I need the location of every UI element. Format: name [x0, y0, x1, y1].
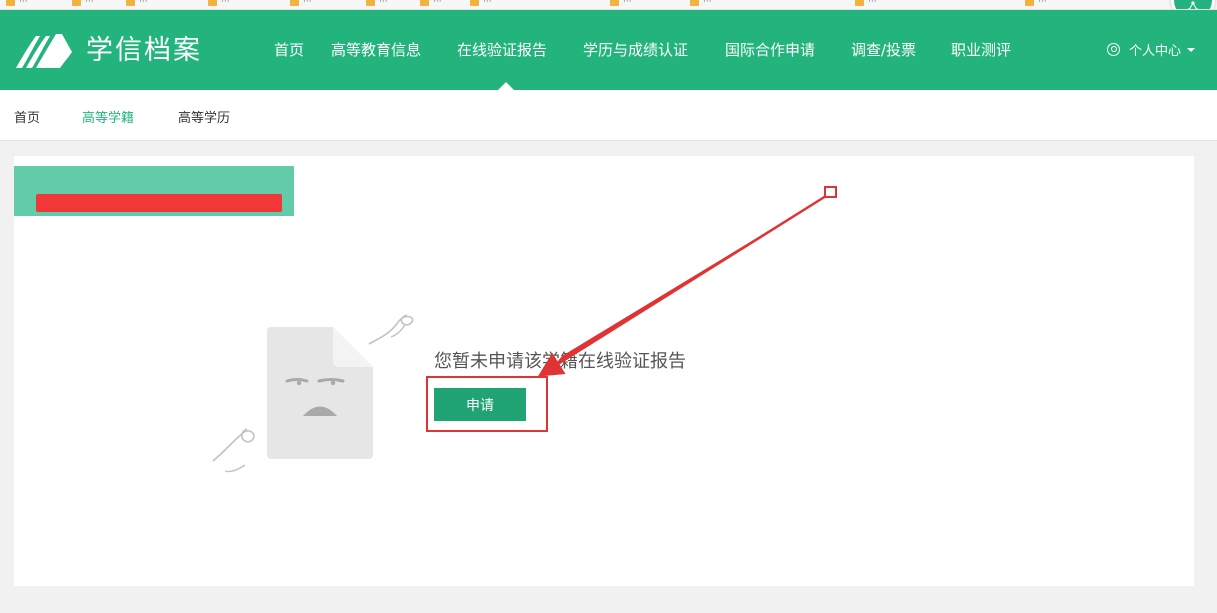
- logo[interactable]: 学信档案: [14, 32, 202, 70]
- chevron-down-icon: [1187, 47, 1195, 52]
- bookmark-item[interactable]: ···: [690, 0, 712, 7]
- annotation-highlight-box: [426, 376, 548, 432]
- bookmark-item[interactable]: ···: [610, 0, 632, 7]
- logo-book-icon: [16, 34, 72, 68]
- user-center-label: 个人中心: [1128, 44, 1181, 59]
- empty-document-icon: [212, 314, 414, 473]
- content-card: 您暂未申请该学籍在线验证报告 申请: [14, 156, 1194, 586]
- bookmark-item[interactable]: ···: [208, 0, 230, 7]
- bookmark-item[interactable]: ···: [366, 0, 388, 7]
- nav-item-online-verification-report[interactable]: 在线验证报告: [457, 39, 547, 60]
- bookmark-item[interactable]: ···: [290, 0, 312, 7]
- bookmark-item[interactable]: ···: [470, 0, 492, 7]
- user-icon: [1106, 43, 1120, 56]
- empty-state-message: 您暂未申请该学籍在线验证报告: [434, 351, 686, 372]
- active-nav-indicator: [498, 82, 514, 90]
- logo-text: 学信档案: [86, 35, 202, 66]
- extension-button[interactable]: [1171, 0, 1215, 9]
- bookmark-item[interactable]: ···: [6, 0, 28, 7]
- nav-item-career-assessment[interactable]: 职业测评: [951, 39, 1011, 60]
- redaction-mark: [36, 194, 282, 212]
- bookmarks-bar: ··· ··· ··· ··· ··· ··· ··· ··· ··· ··· …: [0, 0, 1217, 10]
- bookmark-item[interactable]: ···: [420, 0, 442, 7]
- nav-item-degree-transcript-certification[interactable]: 学历与成绩认证: [583, 39, 688, 60]
- top-navigation: 学信档案 首页 高等教育信息 在线验证报告 学历与成绩认证 国际合作申请 调查/…: [0, 10, 1217, 90]
- bookmark-item[interactable]: ···: [72, 0, 94, 7]
- sub-navigation: 首页 高等学籍 高等学历: [0, 90, 1217, 141]
- share-icon: [1187, 1, 1199, 9]
- bookmark-item[interactable]: ···: [1025, 0, 1047, 7]
- record-tab[interactable]: [14, 166, 294, 216]
- subnav-item-student-status[interactable]: 高等学籍: [82, 107, 134, 126]
- annotation-handle: [824, 186, 837, 198]
- nav-item-higher-education-info[interactable]: 高等教育信息: [331, 39, 421, 60]
- nav-item-survey-vote[interactable]: 调查/投票: [851, 39, 916, 60]
- subnav-item-education-degree[interactable]: 高等学历: [178, 107, 230, 126]
- nav-item-international-cooperation[interactable]: 国际合作申请: [725, 39, 815, 60]
- bookmark-item[interactable]: ···: [126, 0, 148, 7]
- bookmark-item[interactable]: ···: [855, 0, 877, 7]
- user-center-menu[interactable]: 个人中心: [1106, 40, 1195, 59]
- nav-item-home[interactable]: 首页: [274, 39, 304, 60]
- subnav-item-home[interactable]: 首页: [14, 107, 40, 126]
